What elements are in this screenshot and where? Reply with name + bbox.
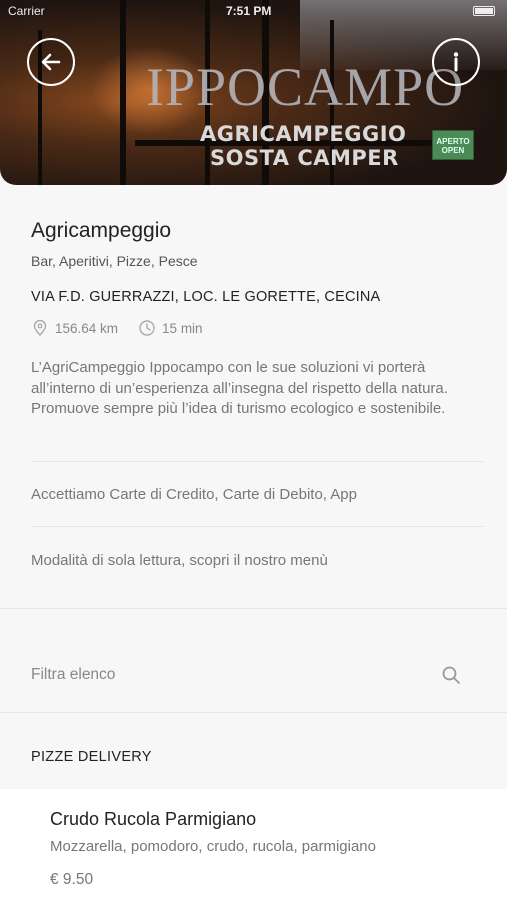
read-only-notice: Modalità di sola lettura, scopri il nost…: [31, 552, 328, 569]
menu-item-name: Crudo Rucola Parmigiano: [50, 809, 257, 829]
clock-icon: [138, 319, 156, 337]
venue-info-card: Agricampeggio Bar, Aperitivi, Pizze, Pes…: [0, 185, 507, 608]
status-bar: Carrier 7:51 PM: [0, 2, 507, 22]
section-divider: [0, 712, 507, 713]
filter-search-input[interactable]: Filtra elenco: [0, 640, 507, 712]
menu-item-price: € 9.50: [50, 871, 94, 888]
menu-section-title: PIZZE DELIVERY: [31, 749, 152, 765]
venue-address[interactable]: VIA F.D. GUERRAZZI, LOC. LE GORETTE, CEC…: [31, 289, 380, 305]
hero-subtitle-line2: SOSTA CAMPER: [210, 146, 399, 170]
status-carrier: Carrier: [8, 4, 45, 18]
divider: [31, 526, 483, 527]
venue-distance: 156.64 km: [55, 320, 119, 336]
location-pin-icon: [31, 319, 49, 337]
info-button[interactable]: [432, 38, 480, 86]
hero-open-sign: APERTO OPEN: [432, 130, 474, 160]
info-icon: [453, 52, 459, 72]
back-button[interactable]: [27, 38, 75, 86]
search-icon[interactable]: [440, 664, 462, 686]
status-time: 7:51 PM: [226, 4, 272, 18]
menu-item[interactable]: Crudo Rucola Parmigiano Mozzarella, pomo…: [0, 789, 507, 900]
hero-tree: [120, 0, 126, 185]
venue-meta: 156.64 km 15 min: [31, 319, 203, 337]
venue-title: Agricampeggio: [31, 219, 172, 242]
section-divider: [0, 608, 507, 609]
hero-brand-text: IPPOCAMPO: [146, 57, 465, 117]
venue-categories: Bar, Aperitivi, Pizze, Pesce: [31, 253, 198, 269]
hero-image: IPPOCAMPO AGRICAMPEGGIO SOSTA CAMPER APE…: [0, 0, 507, 185]
venue-travel-time: 15 min: [162, 320, 203, 336]
battery-icon: [473, 6, 495, 16]
payment-methods: Accettiamo Carte di Credito, Carte di De…: [31, 486, 357, 503]
menu-item-ingredients: Mozzarella, pomodoro, crudo, rucola, par…: [50, 838, 376, 855]
filter-placeholder: Filtra elenco: [31, 666, 116, 683]
hero-subtitle-line1: AGRICAMPEGGIO: [200, 122, 407, 146]
arrow-left-icon: [41, 53, 61, 71]
venue-description: L’AgriCampeggio Ippocampo con le sue sol…: [31, 359, 448, 417]
divider: [31, 461, 483, 462]
